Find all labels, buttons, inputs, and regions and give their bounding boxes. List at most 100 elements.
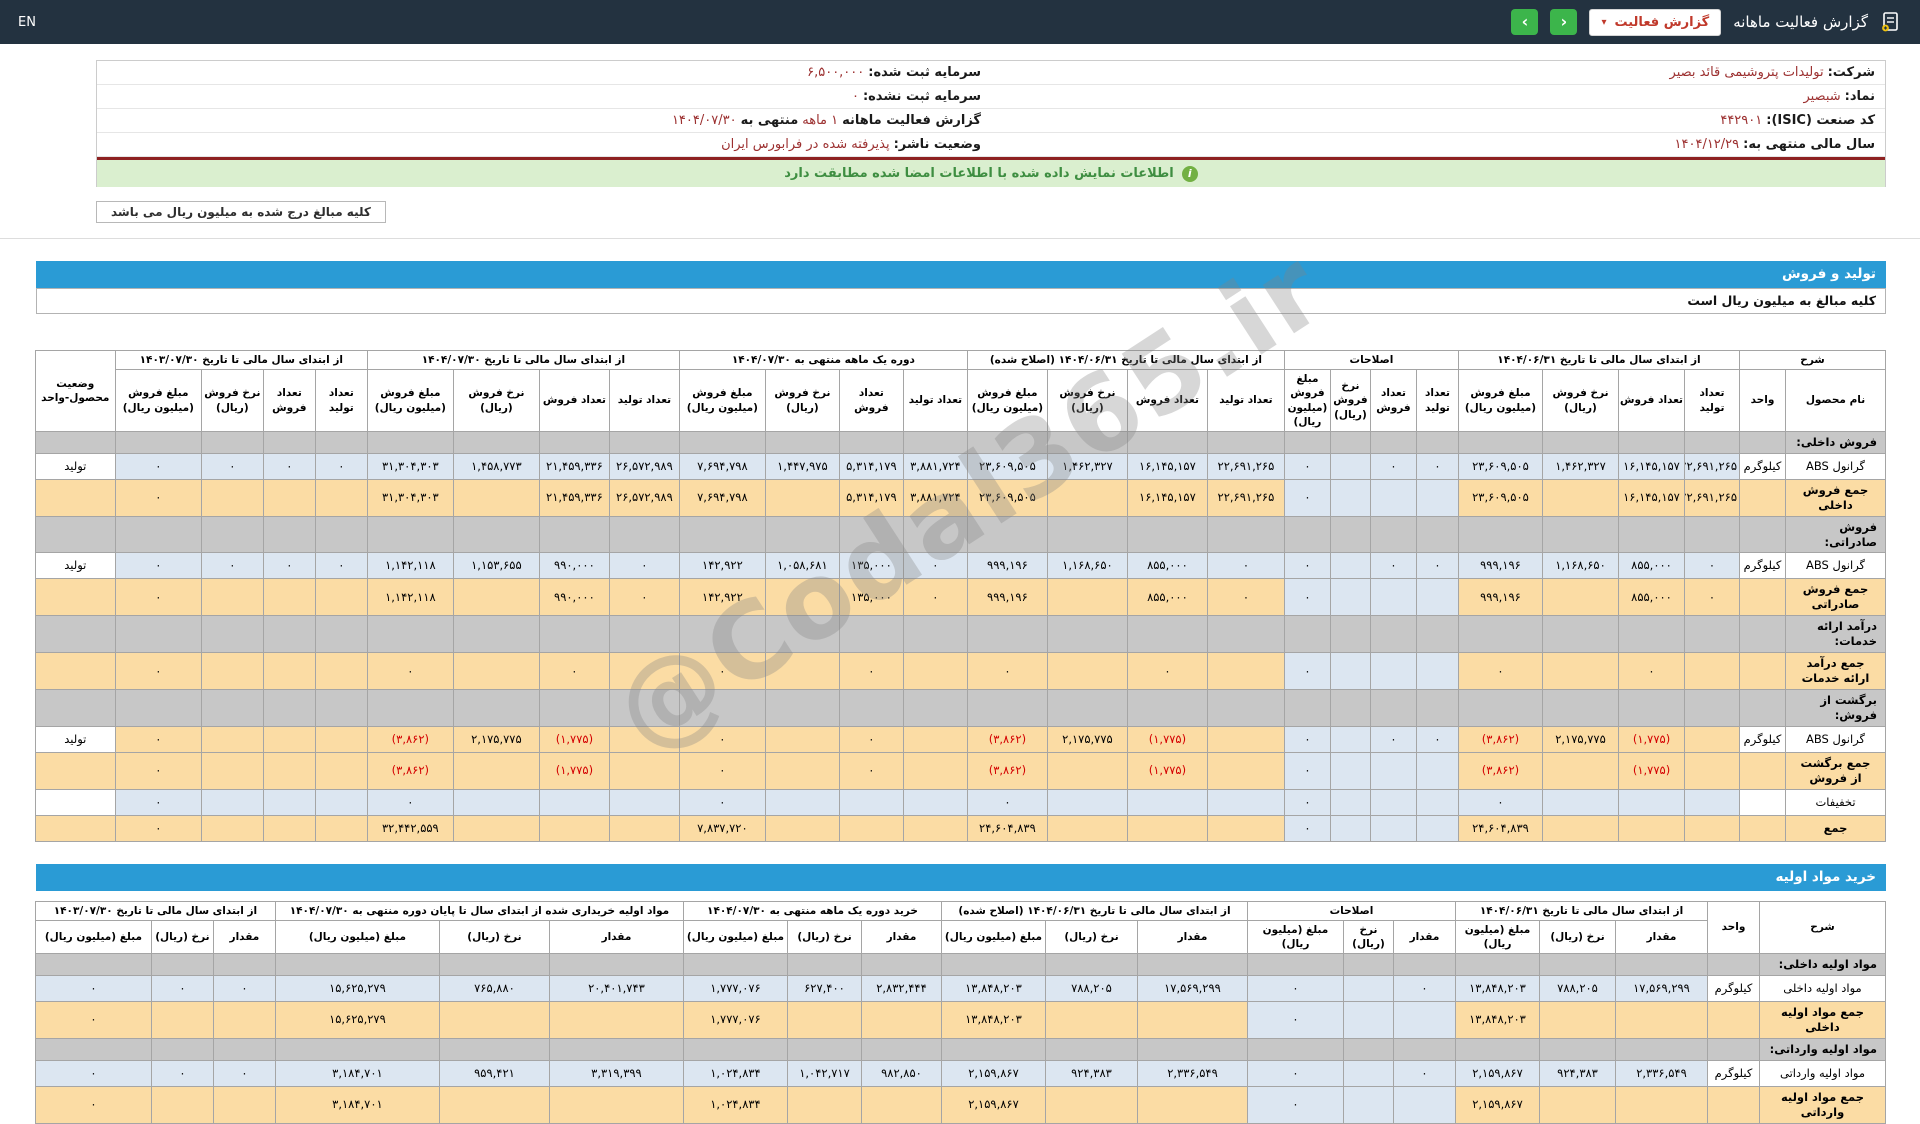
row-label: جمع مواد اولیه داخلی bbox=[1759, 1001, 1886, 1039]
report-type-select[interactable]: گزارش فعالیت ▾ bbox=[1589, 8, 1722, 36]
value-cell bbox=[262, 689, 316, 727]
value-cell bbox=[1046, 814, 1128, 842]
value-cell bbox=[902, 725, 968, 753]
table-row: فروش صادراتی: bbox=[34, 515, 1886, 554]
value-cell bbox=[452, 430, 540, 454]
value-cell: ۱۷,۵۶۹,۲۹۹ bbox=[1136, 975, 1248, 1002]
value-cell bbox=[764, 478, 840, 517]
value-cell: ۰ bbox=[678, 725, 766, 753]
unit-cell bbox=[1707, 1037, 1760, 1061]
group-header: دوره یک ماهه منتهی به ۱۴۰۴/۰۷/۳۰ bbox=[678, 349, 968, 371]
prev-report-button[interactable]: ‹ bbox=[1550, 9, 1578, 35]
value-cell: ۲۳,۶۰۹,۵۰۵ bbox=[966, 478, 1048, 517]
value-cell bbox=[1044, 1037, 1138, 1061]
group-header: از ابتدای سال مالی تا تاریخ ۱۴۰۴/۰۶/۳۱ bbox=[1454, 900, 1709, 921]
sub-col-header: تعداد تولید bbox=[902, 369, 968, 432]
value-cell bbox=[1542, 430, 1619, 454]
value-cell bbox=[1046, 751, 1128, 790]
value-cell: ۹۵۹,۴۲۱ bbox=[438, 1059, 550, 1087]
status-cell: تولید bbox=[34, 552, 116, 580]
value-cell bbox=[1615, 1085, 1708, 1124]
info-row: سرمایه ثبت شده: ۶,۵۰۰,۰۰۰ bbox=[97, 61, 991, 85]
value-cell: ۰ bbox=[1246, 1001, 1344, 1039]
value-cell bbox=[1415, 430, 1459, 454]
value-cell bbox=[608, 751, 680, 790]
value-cell bbox=[1542, 652, 1619, 691]
value-cell: ۱,۴۴۷,۹۷۵ bbox=[764, 452, 840, 480]
value-cell: ۲,۱۷۵,۷۷۵ bbox=[1046, 725, 1128, 753]
value-cell bbox=[452, 615, 540, 654]
value-cell: (۱,۷۷۵) bbox=[1618, 751, 1685, 790]
raw-materials-section-bar: خرید مواد اولیه bbox=[36, 863, 1886, 891]
value-cell: ۱۶,۱۴۵,۱۵۷ bbox=[1126, 478, 1208, 517]
report-select-label: گزارش فعالیت bbox=[1614, 14, 1710, 30]
value-cell bbox=[200, 615, 264, 654]
value-cell: (۱,۷۷۵) bbox=[538, 751, 610, 790]
chevron-down-icon: ▾ bbox=[1601, 16, 1607, 28]
name-col-header: نام محصول bbox=[1785, 369, 1886, 432]
value-cell bbox=[200, 652, 264, 691]
row-label: برگشت از فروش: bbox=[1785, 689, 1886, 727]
value-cell: ۲,۱۵۹,۸۶۷ bbox=[1454, 1085, 1541, 1124]
sub-col-header: مقدار bbox=[1136, 919, 1248, 955]
value-cell: ۱,۴۶۲,۳۲۷ bbox=[1542, 452, 1619, 480]
sub-col-header: مبلغ فروش (میلیون ریال) bbox=[366, 369, 454, 432]
value-cell bbox=[764, 515, 840, 554]
language-toggle-en[interactable]: EN bbox=[18, 15, 36, 30]
value-cell: ۱۶,۱۴۵,۱۵۷ bbox=[1618, 452, 1685, 480]
value-cell bbox=[1542, 751, 1619, 790]
value-cell bbox=[262, 615, 316, 654]
value-cell bbox=[1044, 1001, 1138, 1039]
value-cell bbox=[1539, 1001, 1616, 1039]
status-cell: تولید bbox=[34, 452, 116, 480]
value-cell: ۱,۰۴۲,۷۱۷ bbox=[786, 1059, 862, 1087]
value-cell bbox=[438, 953, 550, 977]
info-label: سال مالی منتهی به: bbox=[1743, 137, 1875, 152]
status-cell bbox=[34, 430, 116, 454]
value-cell: ۵,۳۱۴,۱۷۹ bbox=[838, 452, 904, 480]
value-cell: ۰ bbox=[114, 578, 202, 617]
unit-cell: کیلوگرم bbox=[1739, 552, 1786, 580]
value-cell bbox=[1329, 615, 1371, 654]
value-cell bbox=[1329, 788, 1371, 816]
value-cell bbox=[262, 515, 316, 554]
value-cell bbox=[1046, 788, 1128, 816]
table-row: تخفیفات ۰ ۰ ۰ ۰ ۰ ۰ bbox=[34, 788, 1886, 816]
next-report-button[interactable]: › bbox=[1511, 9, 1539, 35]
value-cell bbox=[1206, 615, 1285, 654]
value-cell bbox=[1369, 578, 1417, 617]
unit-cell bbox=[1739, 652, 1786, 691]
value-cell bbox=[314, 478, 368, 517]
value-cell: ۱,۴۶۲,۳۲۷ bbox=[1046, 452, 1128, 480]
unit-cell bbox=[1739, 814, 1786, 842]
row-label: مواد اولیه وارداتی bbox=[1759, 1059, 1886, 1087]
value-cell: ۰ bbox=[1457, 652, 1544, 691]
value-cell: (۱,۷۷۵) bbox=[1126, 751, 1208, 790]
value-cell: ۰ bbox=[114, 814, 202, 842]
value-cell: ۱۶,۱۴۵,۱۵۷ bbox=[1618, 478, 1685, 517]
value-cell bbox=[366, 515, 454, 554]
table-row: فروش داخلی: bbox=[34, 430, 1886, 454]
value-cell bbox=[1246, 1037, 1344, 1061]
value-cell bbox=[1342, 1085, 1394, 1124]
value-cell: ۳,۱۸۴,۷۰۱ bbox=[274, 1059, 440, 1087]
value-cell bbox=[764, 689, 840, 727]
table-row: جمع مواد اولیه وارداتی ۲,۱۵۹,۸۶۷ ۰ ۲,۱۵۹,۸۶… bbox=[34, 1085, 1886, 1124]
value-cell: ۹۸۲,۸۵۰ bbox=[860, 1059, 942, 1087]
value-cell: ۰ bbox=[1283, 552, 1331, 580]
value-cell bbox=[786, 1085, 862, 1124]
unit-cell: کیلوگرم bbox=[1739, 452, 1786, 480]
value-cell bbox=[1046, 652, 1128, 691]
value-cell: ۰ bbox=[34, 975, 152, 1002]
value-cell bbox=[538, 430, 610, 454]
value-cell bbox=[1618, 788, 1685, 816]
sharh-header: شرح bbox=[1739, 349, 1886, 371]
table-row: مواد اولیه وارداتی: bbox=[34, 1037, 1886, 1061]
value-cell bbox=[1283, 430, 1331, 454]
value-cell bbox=[200, 430, 264, 454]
value-cell bbox=[262, 430, 316, 454]
sub-col-header: مبلغ (میلیون ریال) bbox=[682, 919, 788, 955]
value-cell bbox=[366, 615, 454, 654]
value-cell: ۰ bbox=[1392, 975, 1456, 1002]
value-cell bbox=[1206, 814, 1285, 842]
